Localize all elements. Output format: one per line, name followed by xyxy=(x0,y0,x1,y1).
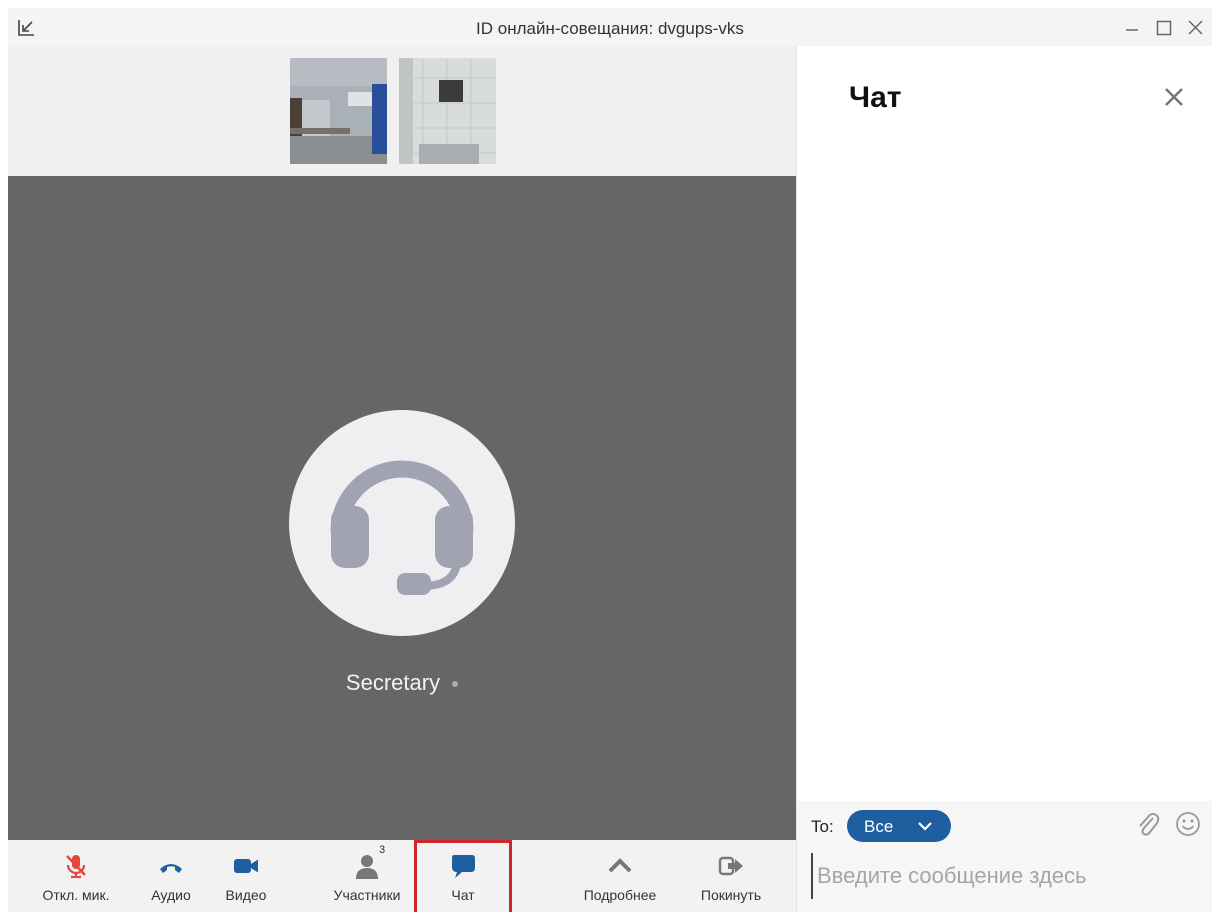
participants-label: Участники xyxy=(333,887,401,903)
speaker-avatar xyxy=(289,410,515,636)
leave-label: Покинуть xyxy=(700,887,762,903)
camera-feed-2 xyxy=(399,58,496,164)
leave-button[interactable]: Покинуть xyxy=(686,840,776,912)
title-bar: ID онлайн-совещания: dvgups-vks xyxy=(8,8,1212,46)
paperclip-icon[interactable] xyxy=(1135,811,1161,839)
chat-title: Чат xyxy=(849,81,902,114)
speaker-name: Secretary xyxy=(345,670,441,695)
more-button[interactable]: Подробнее xyxy=(566,840,674,912)
recipient-label: To: xyxy=(811,817,834,836)
chat-panel: Чат To: Все xyxy=(796,46,1212,912)
speaker-name-label: Secretary xyxy=(8,670,796,696)
speaker-status-dot xyxy=(452,681,459,688)
recipient-value: Все xyxy=(864,817,894,836)
mute-mic-button[interactable]: Откл. мик. xyxy=(28,840,124,912)
audio-label: Аудио xyxy=(151,887,191,903)
chat-composer: To: Все xyxy=(797,801,1212,912)
participants-button[interactable]: 3 Участники xyxy=(320,840,414,912)
window-title: ID онлайн-совещания: dvgups-vks xyxy=(476,19,744,38)
person-icon xyxy=(356,855,378,879)
mic-muted-icon xyxy=(66,855,86,879)
close-icon[interactable] xyxy=(1185,16,1207,38)
participant-thumbnails xyxy=(8,46,796,176)
recipient-select[interactable]: Все xyxy=(847,810,951,842)
chevron-up-icon xyxy=(608,858,632,873)
maximize-icon[interactable] xyxy=(1153,16,1175,38)
more-label: Подробнее xyxy=(583,887,657,903)
meeting-area: Secretary Откл. мик. Аудио Видео 3 Участ… xyxy=(8,46,796,912)
headset-icon xyxy=(330,460,474,595)
meeting-toolbar: Откл. мик. Аудио Видео 3 Участники Чат П… xyxy=(8,840,796,912)
video-camera-icon xyxy=(234,859,258,873)
active-speaker-video: Secretary xyxy=(8,176,796,840)
chevron-down-icon xyxy=(918,822,932,831)
phone-icon xyxy=(160,864,182,873)
video-label: Видео xyxy=(225,887,267,903)
close-chat-icon[interactable] xyxy=(1159,82,1189,112)
leave-icon xyxy=(718,856,743,876)
camera-feed-1 xyxy=(290,58,387,164)
chat-message-input[interactable] xyxy=(811,853,1199,899)
chat-button-highlight xyxy=(414,840,512,912)
participant-thumbnail[interactable] xyxy=(290,58,387,164)
minimize-icon[interactable] xyxy=(1121,16,1143,38)
participant-thumbnail[interactable] xyxy=(399,58,496,164)
mute-mic-label: Откл. мик. xyxy=(42,887,110,903)
audio-button[interactable]: Аудио xyxy=(140,840,202,912)
video-button[interactable]: Видео xyxy=(213,840,279,912)
participants-count-badge: 3 xyxy=(379,844,386,856)
emoji-icon[interactable] xyxy=(1175,811,1201,837)
